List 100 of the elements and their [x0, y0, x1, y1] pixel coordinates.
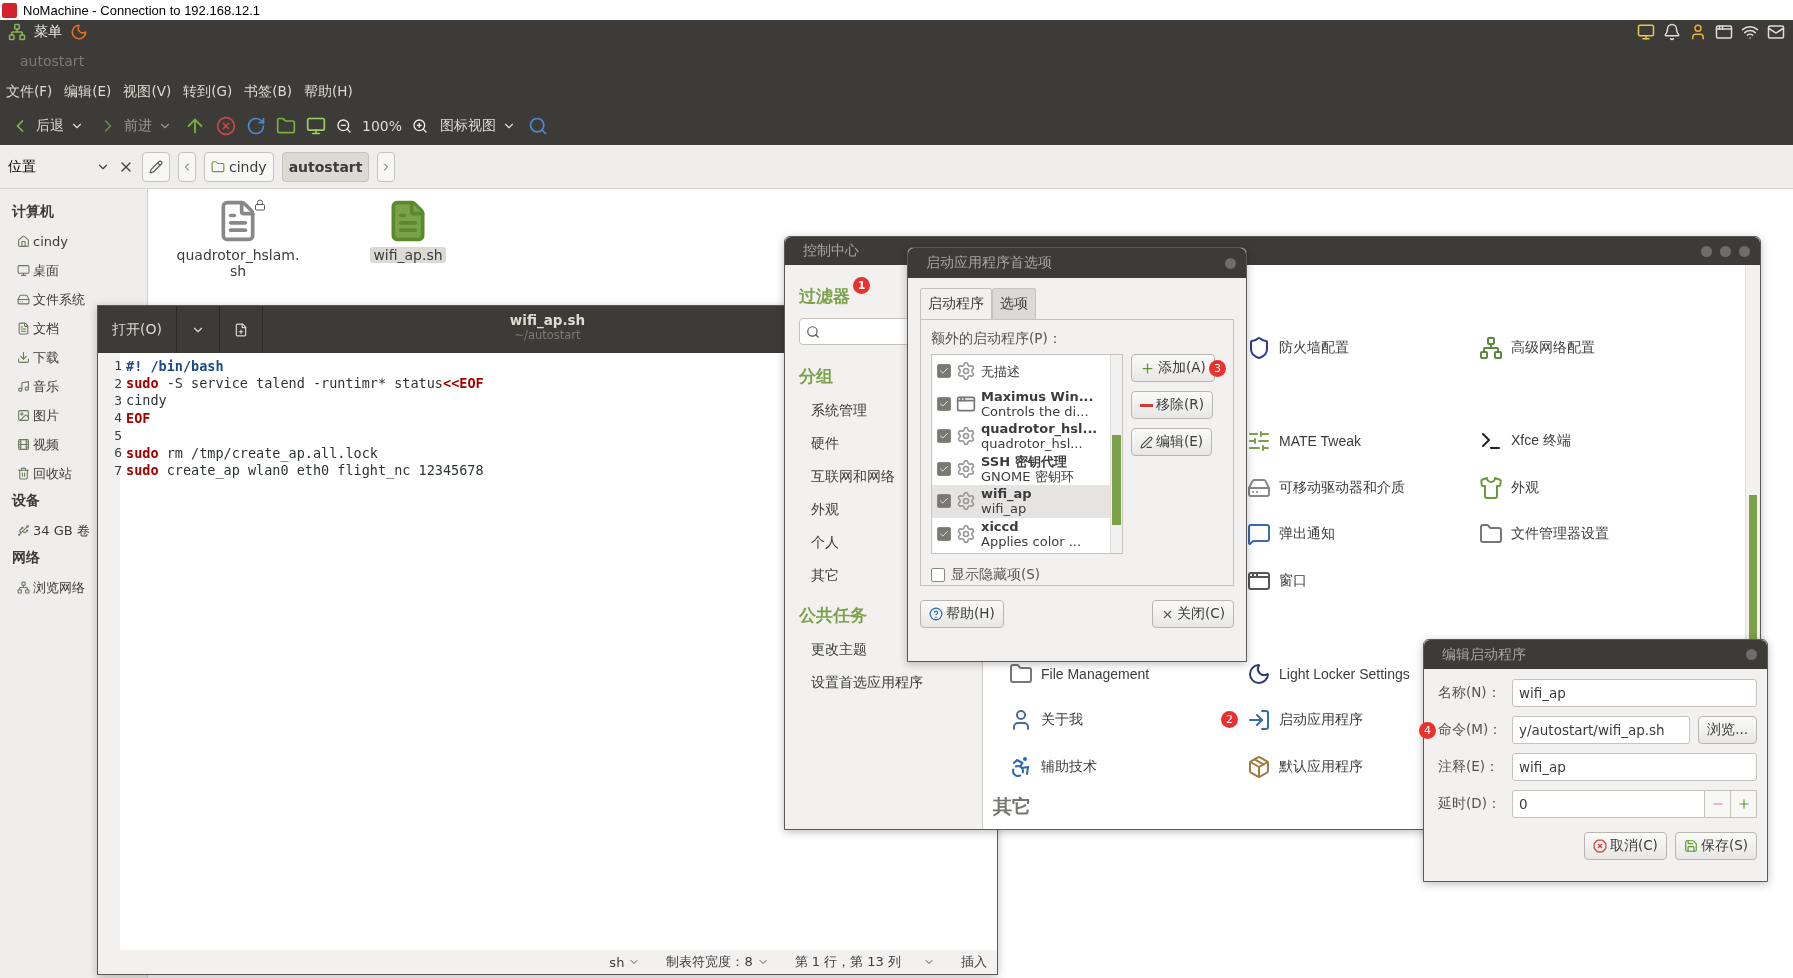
- menu-item[interactable]: 帮助(H): [303, 83, 353, 101]
- window-title: 控制中心: [803, 242, 859, 260]
- moon-icon: [1247, 661, 1271, 686]
- step-badge: 3: [1209, 360, 1226, 377]
- sidebar-item[interactable]: 回收站: [12, 459, 72, 488]
- bell-icon: [1663, 23, 1681, 41]
- tab[interactable]: 选项: [992, 288, 1036, 319]
- cancel-button[interactable]: 取消(C): [1583, 832, 1667, 860]
- applet-item[interactable]: File Management: [1009, 650, 1150, 697]
- window-title: 编辑启动程序: [1442, 645, 1526, 664]
- applet-item[interactable]: 弹出通知: [1247, 511, 1335, 558]
- sidebar-item[interactable]: 文档: [12, 314, 59, 343]
- close-button[interactable]: 关闭(C): [1152, 600, 1234, 628]
- line-number: 6: [113, 445, 122, 461]
- gear-icon: [956, 491, 976, 512]
- tab-width-selector[interactable]: 制表符宽度：8: [666, 953, 769, 971]
- applet-item[interactable]: 默认应用程序: [1247, 743, 1363, 790]
- sidebar-item[interactable]: 浏览网络: [12, 573, 85, 602]
- file-name[interactable]: wifi_ap.sh: [370, 247, 446, 263]
- help-button[interactable]: 帮助(H): [920, 600, 1004, 628]
- checkbox[interactable]: [937, 364, 951, 379]
- input-field[interactable]: wifi_ap: [1512, 679, 1757, 707]
- applet-item[interactable]: Light Locker Settings: [1247, 650, 1410, 697]
- menu-item[interactable]: 转到(G): [183, 83, 233, 101]
- sidebar-item[interactable]: 图片: [12, 401, 59, 430]
- section-heading: 分组: [799, 365, 833, 388]
- sidebar-item[interactable]: 音乐: [12, 372, 59, 401]
- task-item[interactable]: 更改主题: [799, 633, 867, 666]
- path-crumb[interactable]: autostart: [281, 151, 370, 182]
- group-item[interactable]: 系统管理: [799, 394, 867, 427]
- group-item[interactable]: 外观: [799, 493, 839, 526]
- input-field[interactable]: wifi_ap: [1512, 753, 1757, 781]
- group-item[interactable]: 个人: [799, 526, 839, 559]
- sidebar-item[interactable]: 下载: [12, 343, 59, 372]
- menu-item[interactable]: 编辑(E): [64, 83, 112, 101]
- applet-item[interactable]: 外观: [1479, 464, 1539, 511]
- save-button[interactable]: 保存(S): [1674, 832, 1757, 860]
- tab[interactable]: 启动程序: [920, 288, 992, 319]
- input-field[interactable]: y/autostart/wifi_ap.sh: [1512, 716, 1691, 744]
- applet-item[interactable]: Xfce 终端: [1479, 418, 1571, 465]
- applet-item[interactable]: 关于我: [1009, 697, 1083, 744]
- applet-item[interactable]: 辅助技术: [1009, 743, 1097, 790]
- edit-button[interactable]: 编辑(E): [1131, 428, 1213, 456]
- checkmark-icon: [939, 431, 949, 442]
- group-item[interactable]: 硬件: [799, 427, 839, 460]
- scrollbar[interactable]: [1110, 355, 1122, 553]
- applet-item[interactable]: 可移动驱动器和介质: [1247, 464, 1405, 511]
- menu-button[interactable]: 菜单: [34, 23, 62, 41]
- path-left-button[interactable]: [178, 151, 196, 182]
- applet-item[interactable]: 窗口: [1247, 557, 1307, 604]
- edit-location-button[interactable]: [142, 151, 170, 182]
- checkbox[interactable]: [937, 396, 951, 411]
- menu-item[interactable]: 文件(F): [6, 83, 53, 101]
- usb-icon: [17, 524, 30, 537]
- mail-icon: [1767, 23, 1785, 41]
- checkbox[interactable]: [937, 461, 951, 476]
- back-button[interactable]: 后退: [8, 113, 86, 138]
- menu-item[interactable]: 书签(B): [244, 83, 292, 101]
- maximize-button[interactable]: [1720, 245, 1731, 257]
- applet-item[interactable]: 文件管理器设置: [1479, 511, 1609, 558]
- applet-item[interactable]: MATE Tweak: [1247, 418, 1361, 465]
- add-button[interactable]: 添加(A): [1131, 354, 1215, 382]
- field-label: 延时(D)：: [1438, 795, 1502, 813]
- remove-button[interactable]: 移除(R): [1131, 391, 1213, 419]
- insert-mode: 插入: [961, 953, 987, 971]
- sidebar-item[interactable]: cindy: [12, 227, 68, 256]
- line-number: 3: [113, 392, 122, 408]
- forward-button[interactable]: 前进: [96, 113, 174, 138]
- group-item[interactable]: 互联网和网络: [799, 460, 895, 493]
- sidebar-item[interactable]: 视频: [12, 430, 59, 459]
- close-button[interactable]: [1739, 245, 1750, 257]
- sidebar-item[interactable]: 34 GB 卷: [12, 516, 90, 545]
- applet-item[interactable]: 高级网络配置: [1479, 325, 1595, 372]
- plus-icon: [1736, 797, 1751, 811]
- view-dropdown[interactable]: 图标视图: [438, 114, 519, 137]
- task-item[interactable]: 设置首选应用程序: [799, 666, 923, 699]
- browse-button[interactable]: 浏览...: [1698, 716, 1757, 744]
- pictures-icon: [17, 409, 30, 422]
- menu-item[interactable]: 视图(V): [123, 83, 172, 101]
- sidebar-item[interactable]: 桌面: [12, 256, 59, 285]
- checkbox[interactable]: [931, 568, 945, 582]
- input-field[interactable]: 0: [1512, 790, 1705, 818]
- path-crumb[interactable]: cindy: [204, 151, 274, 182]
- group-item[interactable]: 其它: [799, 559, 839, 592]
- line-number: 4: [113, 410, 122, 426]
- cursor-position[interactable]: 第 1 行，第 13 列: [794, 953, 935, 971]
- close-button[interactable]: [1746, 649, 1757, 660]
- window-title: NoMachine - Connection to 192.168.12.1: [23, 2, 261, 18]
- minimize-button[interactable]: [1701, 245, 1712, 257]
- help-icon: [929, 607, 943, 621]
- checkbox[interactable]: [937, 526, 951, 541]
- sidebar-item[interactable]: 文件系统: [12, 285, 85, 314]
- checkbox[interactable]: [937, 429, 951, 444]
- increment-button[interactable]: [1731, 790, 1757, 818]
- language-selector[interactable]: sh: [609, 954, 641, 970]
- checkbox[interactable]: [937, 494, 951, 509]
- applet-item[interactable]: 防火墙配置: [1247, 325, 1349, 372]
- network-icon: [17, 581, 30, 594]
- file-name[interactable]: quadrotor_hslam.sh: [172, 247, 304, 279]
- close-button[interactable]: [1225, 257, 1236, 269]
